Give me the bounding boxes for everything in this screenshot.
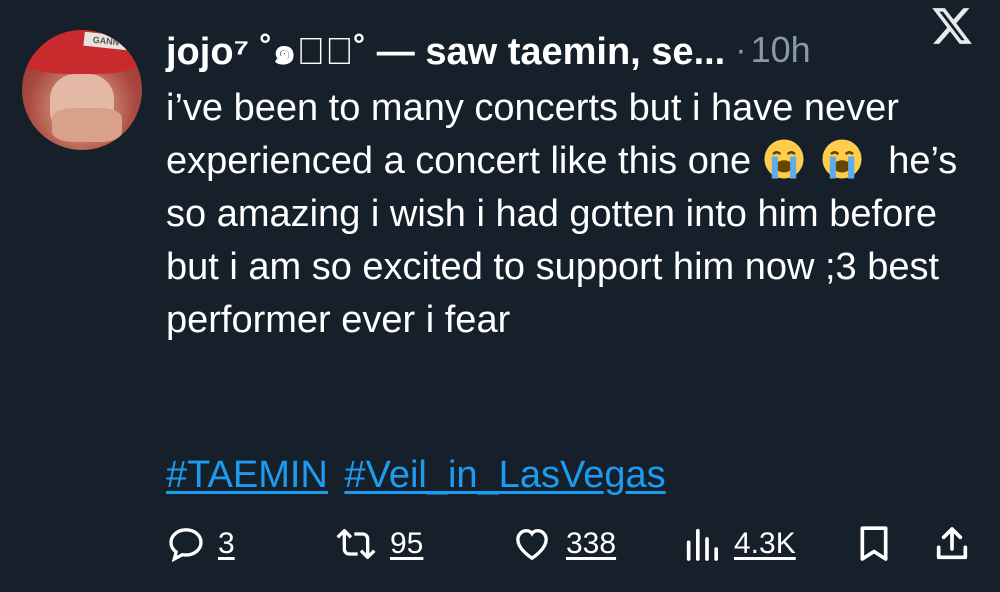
- reply-button[interactable]: 3: [166, 522, 235, 566]
- tweet-text: i’ve been to many concerts but i have ne…: [166, 82, 976, 347]
- x-logo-icon[interactable]: [930, 4, 974, 48]
- share-button[interactable]: [932, 522, 972, 566]
- repost-button[interactable]: 95: [334, 522, 423, 566]
- separator-dot: ·: [735, 30, 747, 69]
- like-button[interactable]: 338: [510, 522, 616, 566]
- views-chart-icon: [686, 528, 718, 561]
- hashtag-veil-in-lasvegas[interactable]: #Veil_in_LasVegas: [344, 454, 665, 496]
- display-name[interactable]: jojo⁷ ˚๑♡้˚ — saw taemin, se...: [166, 20, 725, 81]
- heart-icon: [516, 528, 548, 561]
- bookmark-button[interactable]: [856, 522, 892, 566]
- tweet-card[interactable]: GANN jojo⁷ ˚๑♡้˚ — saw taemin, se... · 1…: [0, 0, 1000, 592]
- repost-icon: [336, 529, 376, 559]
- reply-icon: [169, 528, 203, 563]
- views-button[interactable]: 4.3K: [682, 522, 796, 566]
- avatar[interactable]: GANN: [22, 30, 142, 150]
- avatar-hands: [52, 108, 122, 142]
- views-count[interactable]: 4.3K: [734, 527, 796, 561]
- action-bar: 3 95 338 4.3K: [166, 522, 978, 566]
- like-count[interactable]: 338: [566, 527, 616, 561]
- timestamp[interactable]: 10h: [751, 29, 811, 71]
- repost-count[interactable]: 95: [390, 527, 423, 561]
- loudly-crying-face-icon: [764, 139, 804, 179]
- hashtags: #TAEMIN #Veil_in_LasVegas: [166, 450, 672, 500]
- loudly-crying-face-icon: [822, 139, 862, 179]
- hashtag-taemin[interactable]: #TAEMIN: [166, 454, 328, 496]
- tweet-header: jojo⁷ ˚๑♡้˚ — saw taemin, se... · 10h: [166, 24, 986, 76]
- bookmark-icon: [860, 526, 888, 561]
- share-icon: [936, 527, 968, 560]
- reply-count[interactable]: 3: [218, 527, 235, 561]
